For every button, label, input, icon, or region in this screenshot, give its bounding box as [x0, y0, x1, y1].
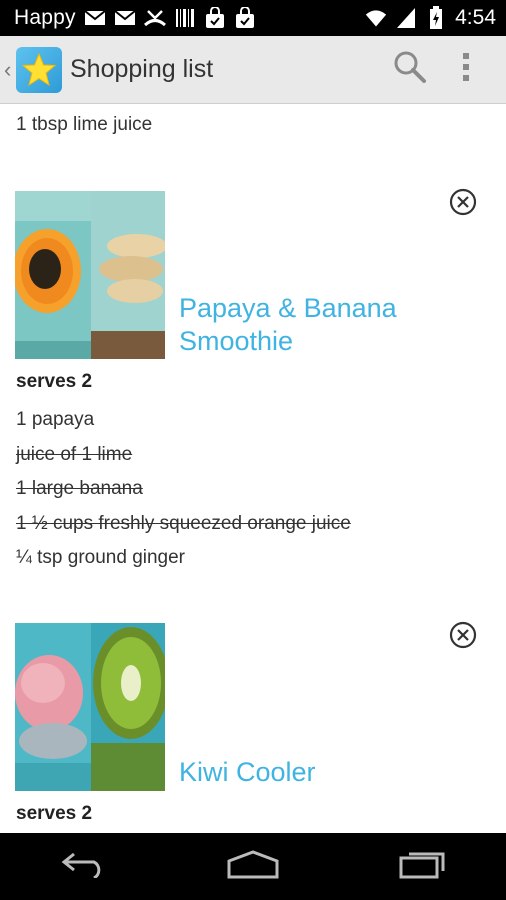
close-circle-icon — [449, 188, 477, 221]
status-bar: Happy 4:54 — [0, 0, 506, 36]
home-icon — [225, 849, 281, 884]
overflow-menu-button[interactable] — [438, 42, 494, 98]
wifi-icon — [365, 7, 387, 29]
back-button[interactable] — [44, 837, 124, 897]
recipe-title-line: Papaya & Banana — [179, 293, 397, 323]
recipe-title-line: Kiwi Cooler — [179, 757, 316, 787]
recent-apps-icon — [397, 849, 447, 884]
sorbet-image — [15, 623, 91, 791]
recipe-title[interactable]: Papaya & Banana Smoothie — [179, 292, 397, 358]
recipe-thumbnail[interactable] — [15, 191, 165, 359]
search-button[interactable] — [382, 42, 438, 98]
recent-apps-button[interactable] — [382, 837, 462, 897]
page-title: Shopping list — [70, 55, 214, 83]
remove-recipe-button[interactable] — [447, 188, 479, 220]
home-button[interactable] — [213, 837, 293, 897]
shopping-bag-icon — [204, 7, 226, 29]
star-icon[interactable] — [16, 46, 62, 93]
up-caret-icon[interactable]: ‹ — [4, 57, 14, 83]
navigation-bar — [0, 833, 506, 900]
battery-icon — [425, 6, 447, 29]
serves-label: serves 2 — [16, 371, 93, 392]
signal-icon — [395, 7, 417, 29]
recipe-title-line: Smoothie — [179, 326, 294, 356]
ingredient-item[interactable]: 1 papaya — [16, 409, 94, 431]
close-circle-icon — [449, 621, 477, 654]
ingredient-item[interactable]: ¼ tsp ground ginger — [16, 547, 185, 569]
missed-call-icon — [143, 7, 166, 29]
clock: 4:54 — [455, 6, 496, 29]
back-icon — [60, 850, 108, 883]
kiwi-image — [91, 623, 165, 791]
shopping-list[interactable]: 1 tbsp lime juice Papaya & Banana Smooth… — [0, 105, 506, 833]
ginger-image — [91, 191, 165, 359]
list-item[interactable]: 1 tbsp lime juice — [16, 114, 152, 136]
status-bar-left: Happy — [14, 6, 256, 30]
ingredient-item-checked[interactable]: juice of 1 lime — [16, 444, 132, 466]
ingredient-item-checked[interactable]: 1 large banana — [16, 478, 143, 500]
ingredient-item-checked[interactable]: 1 ½ cups freshly squeezed orange juice — [16, 513, 351, 535]
shopping-bag-icon — [234, 7, 256, 29]
serves-label: serves 2 — [16, 803, 93, 824]
action-bar: ‹ Shopping list — [0, 36, 506, 104]
papaya-image — [15, 191, 91, 359]
overflow-menu-icon — [462, 52, 470, 87]
recipe-title[interactable]: Kiwi Cooler — [179, 756, 316, 789]
status-bar-right: 4:54 — [365, 6, 496, 30]
gmail-icon — [84, 7, 106, 29]
remove-recipe-button[interactable] — [447, 621, 479, 653]
barcode-icon — [174, 7, 196, 29]
recipe-thumbnail[interactable] — [15, 623, 165, 791]
carrier-name: Happy — [14, 6, 76, 29]
gmail-icon — [114, 7, 136, 29]
search-icon — [393, 50, 427, 89]
